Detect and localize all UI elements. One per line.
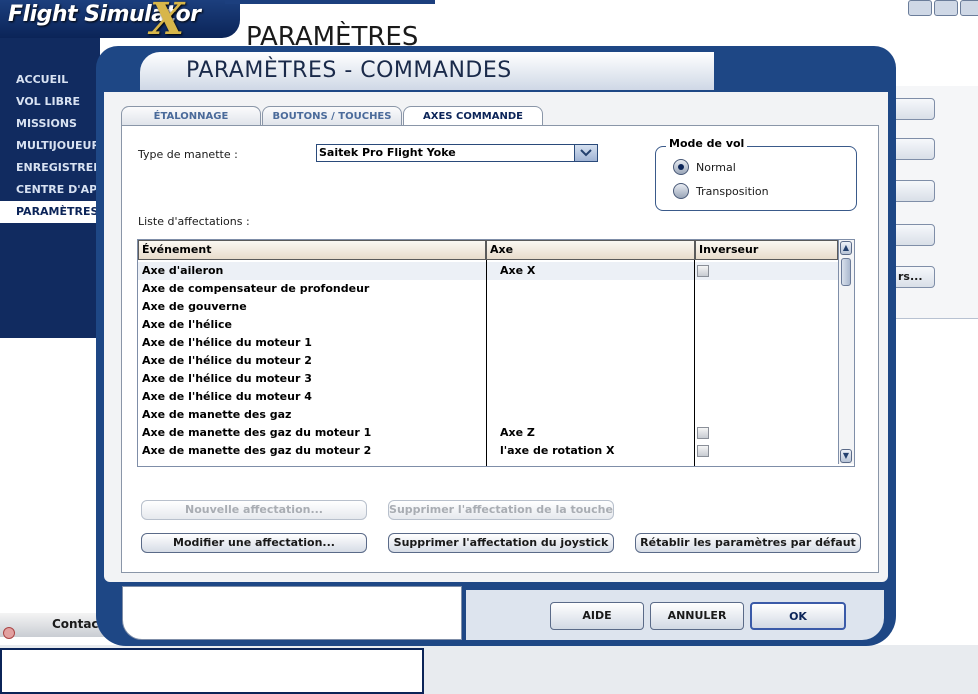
reverse-checkbox[interactable] xyxy=(697,265,709,277)
close-window-icon[interactable] xyxy=(960,0,978,16)
table-row[interactable]: Axe de compensateur de profondeur xyxy=(138,280,838,298)
sidebar-item-multijoueur[interactable]: MULTIJOUEUR xyxy=(0,135,100,157)
dialog-bottom-left-panel xyxy=(122,586,462,640)
controller-type-label: Type de manette : xyxy=(138,148,238,161)
table-row[interactable]: Axe de gouverne xyxy=(138,298,838,316)
radio-normal[interactable] xyxy=(673,159,689,175)
background-button-2[interactable] xyxy=(891,138,935,160)
sidebar-item-missions[interactable]: MISSIONS xyxy=(0,113,100,135)
row-event: Axe de manette des gaz du moteur 2 xyxy=(142,444,372,457)
modify-assignment-button[interactable]: Modifier une affectation... xyxy=(141,533,367,553)
row-axis: Axe X xyxy=(500,264,536,277)
row-event: Axe de l'hélice du moteur 3 xyxy=(142,372,312,385)
background-button-4[interactable] xyxy=(891,224,935,246)
reverse-checkbox[interactable] xyxy=(697,445,709,457)
scroll-down-icon[interactable]: ▼ xyxy=(840,449,852,463)
background-button-1[interactable] xyxy=(891,98,935,120)
radio-transposition[interactable] xyxy=(673,183,689,199)
assignments-list: Événement Axe Inverseur Axe d'aileron Axe… xyxy=(137,239,855,467)
background-button-partial-label: rs... xyxy=(898,270,923,283)
row-event: Axe de l'hélice du moteur 2 xyxy=(142,354,312,367)
row-event: Axe de manette des gaz xyxy=(142,408,292,421)
column-header-event[interactable]: Événement xyxy=(138,240,486,260)
row-event: Axe de l'hélice du moteur 4 xyxy=(142,390,312,403)
new-assignment-button[interactable]: Nouvelle affectation... xyxy=(141,500,367,520)
flight-mode-title: Mode de vol xyxy=(666,137,748,150)
table-row[interactable]: Axe de l'hélice du moteur 2 xyxy=(138,352,838,370)
table-row[interactable]: Axe de manette des gaz du moteur 1 Axe Z xyxy=(138,424,838,442)
flight-mode-group xyxy=(655,146,857,211)
scroll-up-icon[interactable]: ▲ xyxy=(840,241,852,255)
logo-window-icon[interactable] xyxy=(908,0,932,16)
column-header-reverse[interactable]: Inverseur xyxy=(695,240,838,260)
row-event: Axe d'aileron xyxy=(142,264,224,277)
window-controls xyxy=(900,0,978,16)
dialog-title: PARAMÈTRES - COMMANDES xyxy=(186,58,512,83)
sidebar-item-accueil[interactable]: ACCUEIL xyxy=(0,69,100,91)
sidebar-item-centre-apprentissage[interactable]: CENTRE D'APPRENTISSAGE xyxy=(0,179,100,201)
sidebar-item-parametres[interactable]: PARAMÈTRES xyxy=(0,201,100,223)
brand-logo-strip xyxy=(225,0,435,4)
sidebar: ACCUEIL VOL LIBRE MISSIONS MULTIJOUEUR E… xyxy=(0,38,100,338)
radio-normal-label[interactable]: Normal xyxy=(696,161,736,174)
reverse-checkbox[interactable] xyxy=(697,427,709,439)
table-row[interactable]: Axe de l'hélice du moteur 3 xyxy=(138,370,838,388)
controller-type-select[interactable]: Saitek Pro Flight Yoke xyxy=(316,144,598,162)
column-divider xyxy=(486,260,487,466)
table-row[interactable]: Axe d'aileron Axe X xyxy=(138,262,838,280)
assignments-label: Liste d'affectations : xyxy=(138,215,250,228)
sidebar-item-vol-libre[interactable]: VOL LIBRE xyxy=(0,91,100,113)
minimize-window-icon[interactable] xyxy=(934,0,958,16)
cancel-button[interactable]: ANNULER xyxy=(650,602,744,630)
tab-boutons-touches[interactable]: BOUTONS / TOUCHES xyxy=(262,106,402,126)
row-event: Axe de l'hélice xyxy=(142,318,233,331)
ok-button[interactable]: OK xyxy=(750,602,846,630)
row-event: Axe de gouverne xyxy=(142,300,247,313)
radio-selected-icon xyxy=(678,164,684,170)
row-axis: Axe Z xyxy=(500,426,535,439)
background-button-3[interactable] xyxy=(891,180,935,202)
list-scrollbar[interactable]: ▲ ▼ xyxy=(838,240,854,464)
chevron-down-icon[interactable] xyxy=(574,145,597,161)
row-event: Axe de l'hélice du moteur 1 xyxy=(142,336,312,349)
sidebar-item-enregistrement[interactable]: ENREGISTREMENT xyxy=(0,157,100,179)
table-row[interactable]: Axe de l'hélice xyxy=(138,316,838,334)
table-row[interactable]: Axe de l'hélice du moteur 4 xyxy=(138,388,838,406)
row-event: Axe de manette des gaz du moteur 1 xyxy=(142,426,372,439)
column-header-axis[interactable]: Axe xyxy=(486,240,695,260)
row-axis: l'axe de rotation X xyxy=(500,444,615,457)
table-row[interactable]: Axe de manette des gaz xyxy=(138,406,838,424)
row-event: Axe de compensateur de profondeur xyxy=(142,282,370,295)
column-divider xyxy=(694,260,695,466)
brand-logo-x: X xyxy=(150,0,185,45)
contacts-status-icon xyxy=(3,627,15,639)
tab-etalonnage[interactable]: ÉTALONNAGE xyxy=(121,106,261,126)
controller-type-value: Saitek Pro Flight Yoke xyxy=(319,146,456,159)
help-button[interactable]: AIDE xyxy=(550,602,644,630)
table-row[interactable]: Axe de manette des gaz du moteur 2 l'axe … xyxy=(138,442,838,460)
delete-key-assignment-button[interactable]: Supprimer l'affectation de la touche xyxy=(388,500,614,520)
reset-defaults-button[interactable]: Rétablir les paramètres par défaut xyxy=(635,533,861,553)
delete-joystick-assignment-button[interactable]: Supprimer l'affectation du joystick xyxy=(388,533,614,553)
radio-transposition-label[interactable]: Transposition xyxy=(696,185,769,198)
scrollbar-thumb[interactable] xyxy=(841,258,851,286)
contacts-panel xyxy=(0,648,424,694)
table-row[interactable]: Axe de l'hélice du moteur 1 xyxy=(138,334,838,352)
